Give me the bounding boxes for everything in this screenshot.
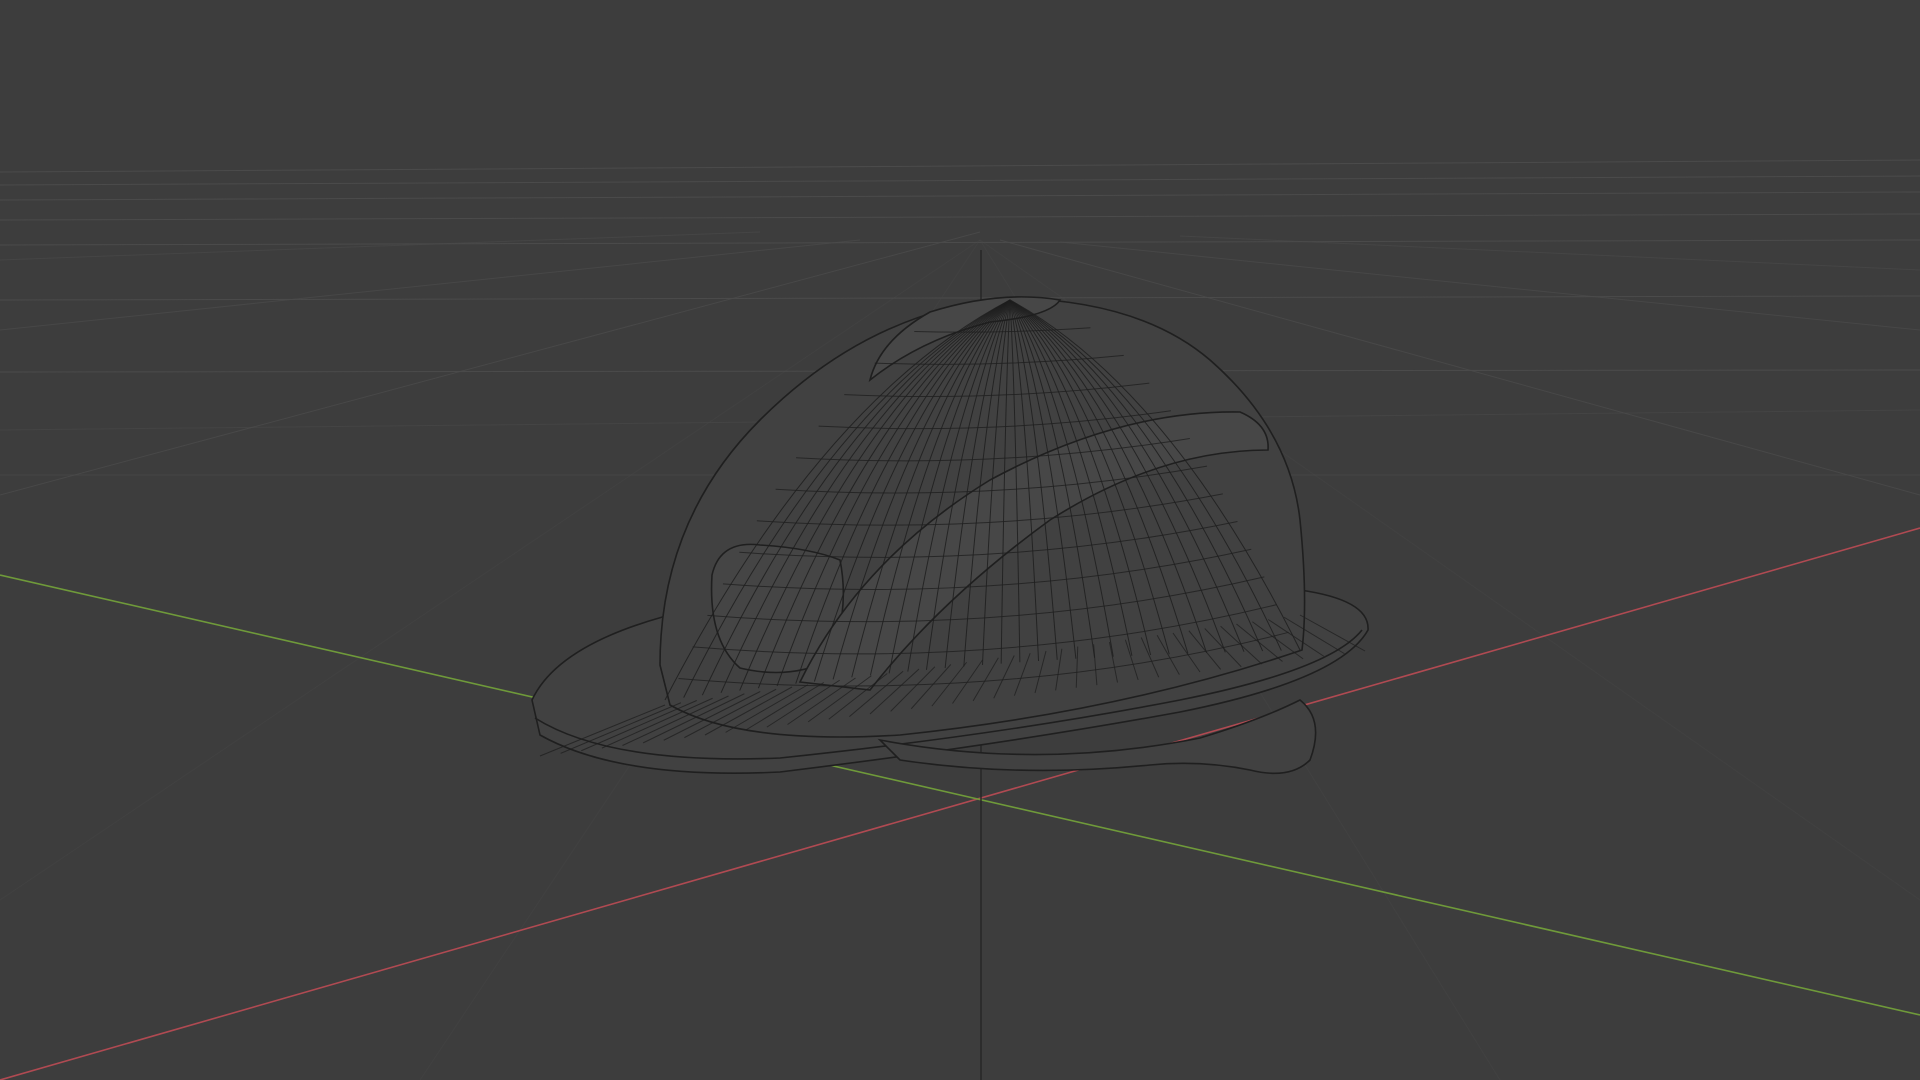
3d-viewport[interactable] [0,0,1920,1080]
viewport-canvas[interactable] [0,0,1920,1080]
